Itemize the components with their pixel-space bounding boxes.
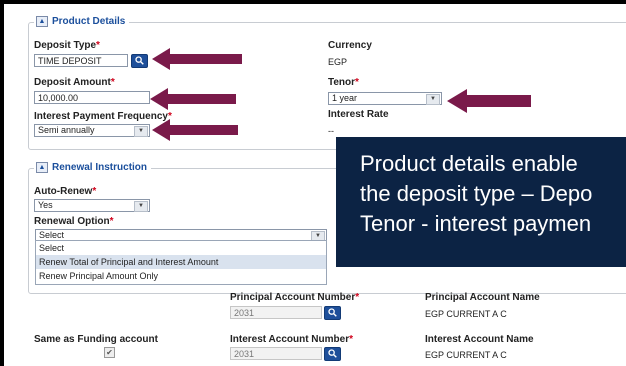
- interest-payment-frequency-value: Semi annually: [38, 125, 95, 135]
- principal-account-number-label: Principal Account Number*: [230, 292, 360, 303]
- currency-label: Currency: [328, 40, 372, 51]
- chevron-down-icon[interactable]: ▼: [134, 201, 148, 212]
- annotation-arrow-left-icon: [152, 119, 238, 141]
- interest-rate-value: --: [328, 126, 334, 136]
- tenor-select[interactable]: 1 year ▼: [328, 92, 442, 105]
- annotation-caption: Product details enable the deposit type …: [336, 137, 626, 267]
- product-details-legend[interactable]: ▲ Product Details: [34, 16, 130, 27]
- interest-payment-frequency-select[interactable]: Semi annually ▼: [34, 124, 150, 137]
- annotation-arrow-left-icon: [150, 88, 236, 110]
- tenor-label: Tenor*: [328, 77, 359, 88]
- deposit-amount-label: Deposit Amount*: [34, 77, 115, 88]
- renewal-option-dropdown: Select Renew Total of Principal and Inte…: [35, 240, 327, 285]
- annotation-arrow-left-icon: [447, 89, 531, 113]
- interest-account-search-button[interactable]: [324, 347, 341, 361]
- renewal-option-item[interactable]: Renew Total of Principal and Interest Am…: [36, 255, 326, 269]
- same-as-funding-checkbox[interactable]: ✔: [104, 347, 115, 358]
- auto-renew-value: Yes: [38, 200, 53, 210]
- renewal-option-value: Select: [39, 230, 65, 240]
- interest-rate-label: Interest Rate: [328, 109, 389, 120]
- deposit-type-field[interactable]: TIME DEPOSIT: [34, 54, 128, 67]
- collapse-icon[interactable]: ▲: [36, 162, 48, 173]
- search-icon: [328, 308, 337, 317]
- search-icon: [328, 349, 337, 358]
- chevron-down-icon[interactable]: ▼: [134, 126, 148, 137]
- tenor-value: 1 year: [332, 93, 358, 103]
- same-as-funding-label: Same as Funding account: [34, 334, 158, 345]
- principal-account-search-button[interactable]: [324, 306, 341, 320]
- deposit-type-search-button[interactable]: [131, 54, 148, 68]
- principal-account-name-label: Principal Account Name: [425, 292, 540, 303]
- product-details-title: Product Details: [52, 16, 126, 27]
- collapse-icon[interactable]: ▲: [36, 16, 48, 27]
- chevron-down-icon[interactable]: ▼: [426, 94, 440, 105]
- renewal-instruction-legend[interactable]: ▲ Renewal Instruction: [34, 162, 152, 173]
- annotation-arrow-left-icon: [152, 48, 242, 70]
- renewal-option-item[interactable]: Select: [36, 241, 326, 255]
- renewal-instruction-title: Renewal Instruction: [52, 162, 148, 173]
- renewal-option-label: Renewal Option*: [34, 216, 114, 227]
- auto-renew-label: Auto-Renew*: [34, 186, 97, 197]
- caption-line-3: Tenor - interest paymen: [360, 211, 592, 236]
- deposit-amount-input[interactable]: 10,000.00: [34, 91, 150, 104]
- interest-account-number-field[interactable]: 2031: [230, 347, 322, 360]
- principal-account-number-field[interactable]: 2031: [230, 306, 322, 319]
- deposit-form-screen: ▲ Product Details Deposit Type* TIME DEP…: [4, 4, 626, 366]
- renewal-option-item[interactable]: Renew Principal Amount Only: [36, 269, 326, 283]
- caption-line-2: the deposit type – Depo: [360, 181, 593, 206]
- interest-account-name-label: Interest Account Name: [425, 334, 534, 345]
- search-icon: [135, 56, 144, 65]
- auto-renew-select[interactable]: Yes ▼: [34, 199, 150, 212]
- deposit-type-label: Deposit Type*: [34, 40, 100, 51]
- interest-account-number-label: Interest Account Number*: [230, 334, 353, 345]
- caption-line-1: Product details enable: [360, 151, 578, 176]
- principal-account-name-value: EGP CURRENT A C: [425, 309, 507, 319]
- currency-value: EGP: [328, 57, 348, 67]
- interest-account-name-value: EGP CURRENT A C: [425, 350, 507, 360]
